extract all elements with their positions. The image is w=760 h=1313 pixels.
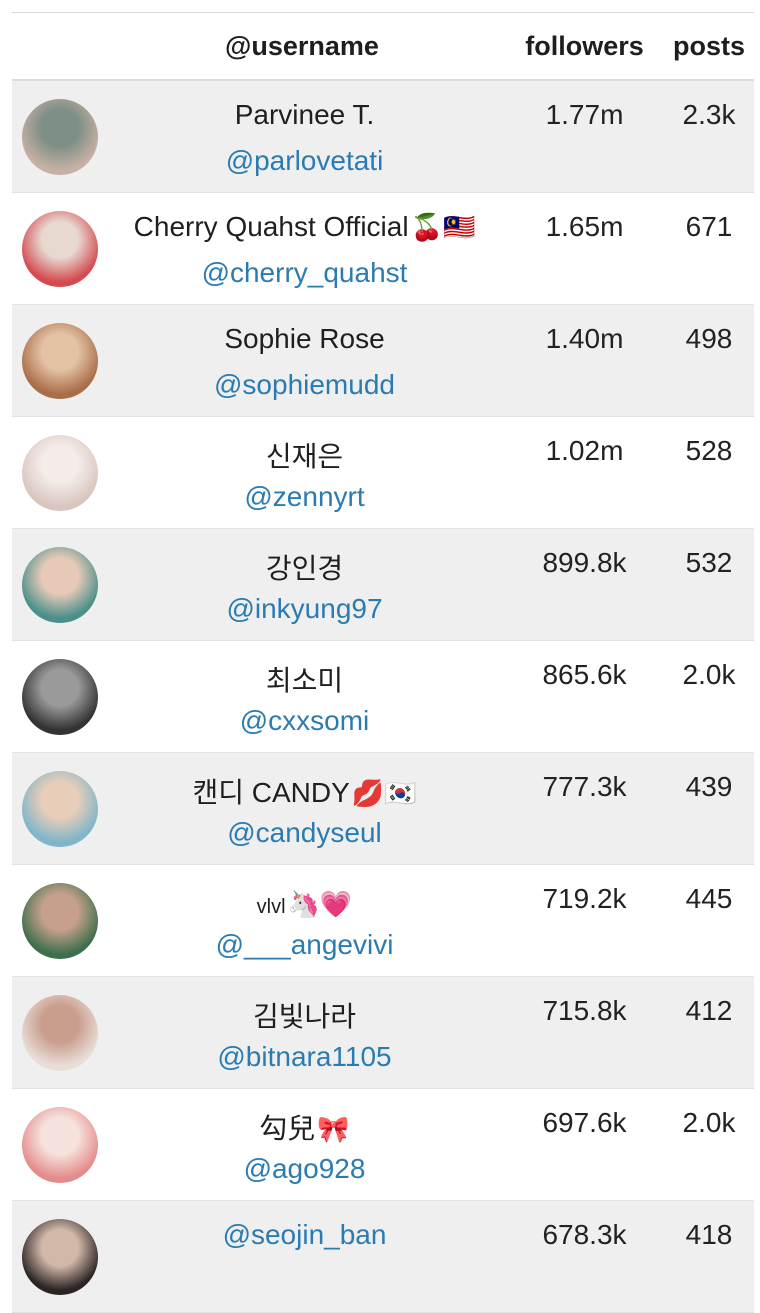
display-name: 캔디 CANDY💋🇰🇷 — [107, 771, 502, 811]
posts-count: 445 — [685, 883, 733, 914]
display-name-text: 최소미 — [265, 665, 344, 696]
table-row[interactable]: Parvinee T. @parlovetati 1.77m 2.3k — [12, 81, 754, 193]
followers-count: 899.8k — [542, 547, 627, 578]
table-row[interactable]: @seojin_ban 678.3k 418 — [12, 1201, 754, 1313]
table-row[interactable]: 최소미 @cxxsomi 865.6k 2.0k — [12, 641, 754, 753]
avatar[interactable] — [22, 323, 98, 399]
followers-count: 865.6k — [542, 659, 627, 690]
display-name: Cherry Quahst Official🍒🇲🇾 — [107, 211, 502, 243]
table-row[interactable]: 勾兒🎀 @ago928 697.6k 2.0k — [12, 1089, 754, 1201]
avatar[interactable] — [22, 211, 98, 287]
posts-count: 532 — [685, 547, 733, 578]
avatar[interactable] — [22, 771, 98, 847]
followers-count: 697.6k — [542, 1107, 627, 1138]
display-name: vlvl🦄💗 — [107, 889, 502, 920]
followers-count: 719.2k — [542, 883, 627, 914]
posts-count: 528 — [685, 435, 733, 466]
username-link[interactable]: @___angevivi — [107, 929, 502, 961]
display-name-text: Parvinee T. — [234, 99, 375, 130]
posts-count: 412 — [685, 995, 733, 1026]
avatar[interactable] — [22, 99, 98, 175]
display-name: Sophie Rose — [107, 323, 502, 355]
display-name: 勾兒🎀 — [107, 1107, 502, 1147]
posts-count: 439 — [685, 771, 733, 802]
header-posts: posts — [672, 31, 745, 61]
avatar[interactable] — [22, 1219, 98, 1295]
table-header: @username followers posts — [12, 13, 754, 81]
display-name-text: 강인경 — [265, 553, 344, 584]
avatar[interactable] — [22, 995, 98, 1071]
username-link[interactable]: @cxxsomi — [107, 705, 502, 737]
username-link[interactable]: @seojin_ban — [107, 1219, 502, 1251]
table-row[interactable]: Cherry Quahst Official🍒🇲🇾 @cherry_quahst 1… — [12, 193, 754, 305]
table-row[interactable]: 캔디 CANDY💋🇰🇷 @candyseul 777.3k 439 — [12, 753, 754, 865]
username-link[interactable]: @inkyung97 — [107, 593, 502, 625]
avatar[interactable] — [22, 547, 98, 623]
followers-count: 678.3k — [542, 1219, 627, 1250]
display-name: Parvinee T. — [107, 99, 502, 131]
table-row[interactable]: 강인경 @inkyung97 899.8k 532 — [12, 529, 754, 641]
username-link[interactable]: @ago928 — [107, 1153, 502, 1185]
display-name: 김빛나라 — [107, 995, 502, 1035]
name-emoji: 🎀 — [317, 1114, 350, 1144]
username-link[interactable]: @sophiemudd — [107, 369, 502, 401]
posts-count: 2.0k — [682, 1107, 736, 1138]
table-row[interactable]: vlvl🦄💗 @___angevivi 719.2k 445 — [12, 865, 754, 977]
display-name-text: Cherry Quahst Official — [133, 211, 409, 242]
display-name-text: 김빛나라 — [252, 1001, 357, 1032]
posts-count: 2.3k — [682, 99, 736, 130]
avatar[interactable] — [22, 1107, 98, 1183]
display-name-text: 勾兒 — [259, 1113, 316, 1144]
name-emoji: 🍒🇲🇾 — [410, 212, 476, 242]
followers-count: 777.3k — [542, 771, 627, 802]
table-row[interactable]: 김빛나라 @bitnara1105 715.8k 412 — [12, 977, 754, 1089]
followers-count: 1.02m — [545, 435, 624, 466]
display-name-text: Sophie Rose — [224, 323, 385, 354]
table-row[interactable]: Sophie Rose @sophiemudd 1.40m 498 — [12, 305, 754, 417]
username-link[interactable]: @candyseul — [107, 817, 502, 849]
header-followers: followers — [525, 31, 644, 61]
username-link[interactable]: @cherry_quahst — [107, 257, 502, 289]
name-emoji: 🦄💗 — [287, 889, 353, 919]
table-row[interactable]: 신재은 @zennyrt 1.02m 528 — [12, 417, 754, 529]
followers-count: 715.8k — [542, 995, 627, 1026]
username-link[interactable]: @zennyrt — [107, 481, 502, 513]
display-name: 강인경 — [107, 547, 502, 587]
posts-count: 2.0k — [682, 659, 736, 690]
username-link[interactable]: @bitnara1105 — [107, 1041, 502, 1073]
followers-count: 1.40m — [545, 323, 624, 354]
ranking-table: @username followers posts Parvinee T. @pa… — [12, 12, 754, 1313]
avatar[interactable] — [22, 659, 98, 735]
posts-count: 671 — [685, 211, 733, 242]
followers-count: 1.77m — [545, 99, 624, 130]
username-link[interactable]: @parlovetati — [107, 145, 502, 177]
display-name: 신재은 — [107, 435, 502, 475]
display-name: 최소미 — [107, 659, 502, 699]
avatar[interactable] — [22, 883, 98, 959]
name-emoji: 💋🇰🇷 — [351, 778, 417, 808]
followers-count: 1.65m — [545, 211, 624, 242]
header-username: @username — [225, 31, 379, 61]
table-body: Parvinee T. @parlovetati 1.77m 2.3k Cherry Q… — [12, 81, 754, 1313]
display-name-text: 신재은 — [265, 441, 344, 472]
display-name-text: vlvl — [256, 896, 286, 918]
posts-count: 418 — [685, 1219, 733, 1250]
avatar[interactable] — [22, 435, 98, 511]
display-name-text: 캔디 CANDY — [192, 777, 350, 808]
posts-count: 498 — [685, 323, 733, 354]
